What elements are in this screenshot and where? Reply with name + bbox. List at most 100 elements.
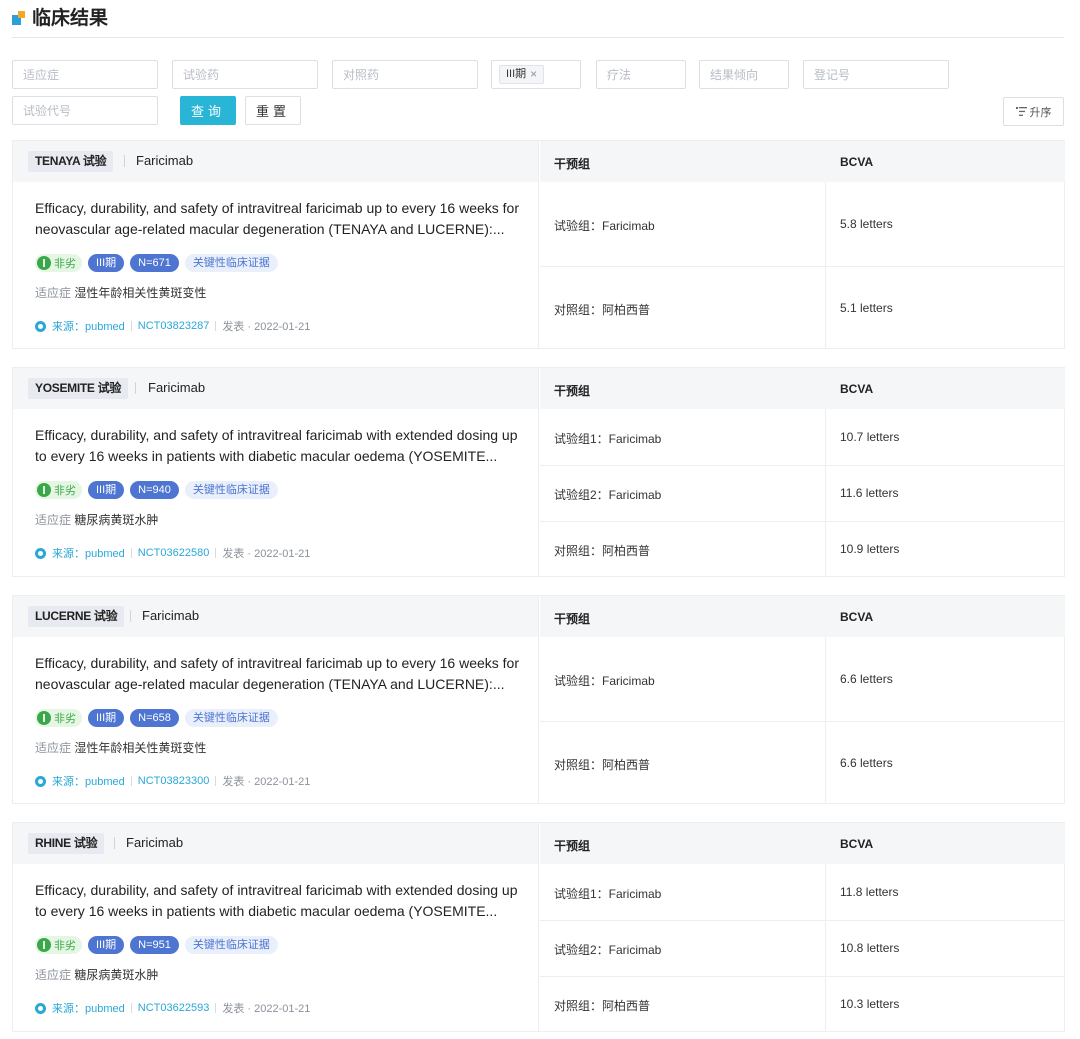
- indication: 适应症 湿性年龄相关性黄斑变性: [35, 284, 206, 301]
- result-row: 试验组2：Faricimab 10.8 letters: [540, 920, 1065, 976]
- indication-value: 湿性年龄相关性黄斑变性: [74, 286, 207, 300]
- trial-info: RHINE 试验 Faricimab Efficacy, durability,…: [13, 823, 539, 1031]
- col-group: 干预组: [554, 839, 591, 853]
- col-metric: BCVA: [840, 382, 874, 396]
- sort-label: 升序: [1029, 106, 1052, 119]
- test-drug-input[interactable]: [173, 61, 317, 88]
- trial-card: RHINE 试验 Faricimab Efficacy, durability,…: [12, 822, 1065, 1032]
- publish-date: 发表 · 2022-01-21: [222, 548, 311, 560]
- paper-title[interactable]: Efficacy, durability, and safety of intr…: [35, 198, 525, 240]
- col-metric: BCVA: [840, 155, 874, 169]
- publish-date-value: 2022-01-21: [254, 548, 311, 560]
- col-group: 干预组: [554, 612, 591, 626]
- metric-value: 10.9 letters: [840, 542, 900, 556]
- source-prefix: 来源：: [52, 776, 85, 788]
- result-table: 干预组 BCVA 试验组：Faricimab 6.6 letters 对照组：阿…: [540, 596, 1065, 803]
- trial-code-filter[interactable]: [12, 96, 158, 125]
- trial-name-tag[interactable]: RHINE 试验: [28, 833, 105, 854]
- result-row: 试验组2：Faricimab 11.6 letters: [540, 465, 1065, 521]
- phase-chip-label: III期: [506, 68, 527, 80]
- nct-link[interactable]: NCT03823287: [138, 320, 210, 332]
- query-button[interactable]: 查询: [180, 96, 236, 125]
- paper-title[interactable]: Efficacy, durability, and safety of intr…: [35, 880, 525, 922]
- col-group: 干预组: [554, 157, 591, 171]
- indication: 适应症 糖尿病黄斑水肿: [35, 511, 158, 528]
- group-name: 试验组1：Faricimab: [554, 432, 662, 446]
- sample-size-tag: N=940: [130, 481, 179, 499]
- result-table-header: 干预组 BCVA: [540, 368, 1065, 409]
- evidence-tag: 关键性临床证据: [184, 709, 278, 727]
- result-row: 对照组：阿柏西普 6.6 letters: [540, 721, 1065, 804]
- source-icon: [35, 320, 46, 332]
- nct-link[interactable]: NCT03823300: [138, 775, 210, 787]
- trial-name-tag[interactable]: LUCERNE 试验: [28, 606, 125, 627]
- publish-date-value: 2022-01-21: [254, 776, 311, 788]
- metric-value: 11.8 letters: [840, 885, 899, 899]
- result-table-header: 干预组 BCVA: [540, 141, 1065, 182]
- therapy-input[interactable]: [597, 61, 685, 88]
- source-icon: [35, 547, 46, 559]
- indication-value: 糖尿病黄斑水肿: [74, 968, 159, 982]
- result-tag-label: 非劣: [54, 940, 76, 952]
- source-link[interactable]: 来源：pubmed: [52, 318, 125, 334]
- source-meta: 来源：pubmed NCT03622580 发表 · 2022-01-21: [35, 545, 310, 561]
- sort-button[interactable]: 升序: [1003, 97, 1064, 126]
- paper-title[interactable]: Efficacy, durability, and safety of intr…: [35, 425, 525, 467]
- group-name: 试验组：Faricimab: [554, 674, 655, 688]
- source-link[interactable]: 来源：pubmed: [52, 545, 125, 561]
- registration-filter[interactable]: [803, 60, 949, 89]
- source-link[interactable]: 来源：pubmed: [52, 1000, 125, 1016]
- metric-value: 11.6 letters: [840, 486, 899, 500]
- result-tag: 非劣: [35, 709, 82, 727]
- tag-list: 非劣 III期 N=671 关键性临床证据: [35, 254, 278, 272]
- source-meta: 来源：pubmed NCT03622593 发表 · 2022-01-21: [35, 1000, 310, 1016]
- paper-title[interactable]: Efficacy, durability, and safety of intr…: [35, 653, 525, 695]
- source-value: pubmed: [85, 321, 125, 333]
- indication-value: 糖尿病黄斑水肿: [74, 513, 159, 527]
- result-tag: 非劣: [35, 254, 82, 272]
- drug-name[interactable]: Faricimab: [136, 153, 193, 168]
- result-trend-filter[interactable]: [699, 60, 789, 89]
- indication-label: 适应症: [35, 286, 72, 300]
- tag-list: 非劣 III期 N=658 关键性临床证据: [35, 709, 278, 727]
- app-logo-icon: [12, 11, 25, 25]
- nct-link[interactable]: NCT03622580: [138, 547, 210, 559]
- indication: 适应症 糖尿病黄斑水肿: [35, 966, 158, 983]
- tag-list: 非劣 III期 N=940 关键性临床证据: [35, 481, 278, 499]
- source-meta: 来源：pubmed NCT03823287 发表 · 2022-01-21: [35, 318, 310, 334]
- close-icon[interactable]: ×: [530, 66, 537, 83]
- drug-name[interactable]: Faricimab: [142, 608, 199, 623]
- metric-value: 10.8 letters: [840, 941, 900, 955]
- publish-date: 发表 · 2022-01-21: [222, 776, 311, 788]
- evidence-tag: 关键性临床证据: [184, 936, 278, 954]
- drug-name[interactable]: Faricimab: [126, 835, 183, 850]
- trial-name-tag[interactable]: YOSEMITE 试验: [28, 378, 129, 399]
- control-drug-input[interactable]: [333, 61, 477, 88]
- col-group: 干预组: [554, 384, 591, 398]
- therapy-filter[interactable]: [596, 60, 686, 89]
- nct-link[interactable]: NCT03622593: [138, 1002, 210, 1014]
- metric-value: 5.8 letters: [840, 217, 893, 231]
- trial-code-input[interactable]: [13, 97, 157, 124]
- publish-label: 发表: [222, 776, 245, 788]
- phase-filter[interactable]: III期 ×: [491, 60, 581, 89]
- reset-button[interactable]: 重置: [245, 96, 301, 125]
- result-trend-input[interactable]: [700, 61, 788, 88]
- control-drug-filter[interactable]: [332, 60, 478, 89]
- registration-input[interactable]: [804, 61, 948, 88]
- sample-size-tag: N=658: [130, 709, 179, 727]
- non-inferior-icon: [37, 483, 51, 497]
- group-name: 试验组2：Faricimab: [554, 488, 662, 502]
- source-prefix: 来源：: [52, 1003, 85, 1015]
- result-tag-label: 非劣: [54, 713, 76, 725]
- drug-name[interactable]: Faricimab: [148, 380, 205, 395]
- result-table: 干预组 BCVA 试验组1：Faricimab 10.7 letters 试验组…: [540, 368, 1065, 576]
- phase-tag: III期: [88, 936, 125, 954]
- trial-name-tag[interactable]: TENAYA 试验: [28, 151, 114, 172]
- indication-label: 适应症: [35, 741, 72, 755]
- trial-card: LUCERNE 试验 Faricimab Efficacy, durabilit…: [12, 595, 1065, 804]
- indication-input[interactable]: [13, 61, 157, 88]
- test-drug-filter[interactable]: [172, 60, 318, 89]
- source-link[interactable]: 来源：pubmed: [52, 773, 125, 789]
- indication-filter[interactable]: [12, 60, 158, 89]
